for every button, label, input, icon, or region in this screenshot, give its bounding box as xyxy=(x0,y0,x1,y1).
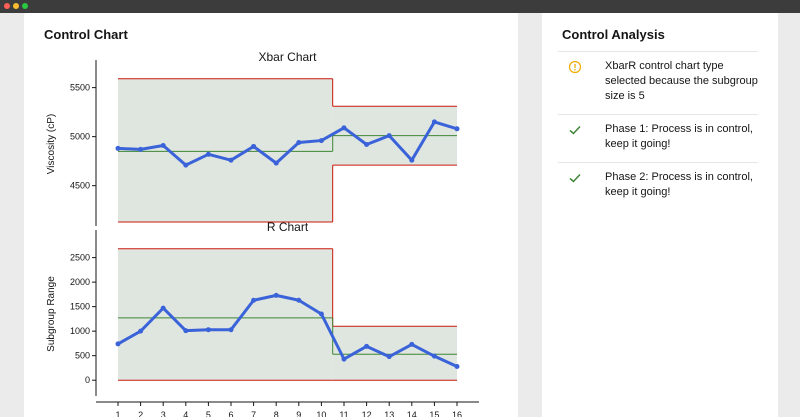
data-point xyxy=(138,328,144,334)
x-tick-label: 13 xyxy=(384,410,394,417)
chart-title: Xbar Chart xyxy=(258,50,317,64)
data-point xyxy=(431,119,437,125)
data-point xyxy=(138,146,144,152)
data-point xyxy=(318,138,324,144)
x-tick-label: 4 xyxy=(183,410,188,417)
control-band xyxy=(118,248,333,381)
x-tick-label: 15 xyxy=(429,410,439,417)
y-tick-label: 4500 xyxy=(70,181,90,191)
close-window-button[interactable] xyxy=(4,3,10,9)
data-point xyxy=(364,141,370,147)
data-point xyxy=(228,157,234,163)
check-icon xyxy=(569,125,581,135)
y-tick-label: 1500 xyxy=(70,302,90,312)
data-point xyxy=(228,327,234,333)
data-point xyxy=(296,297,302,303)
y-axis-label: Subgroup Range xyxy=(46,276,57,352)
chart-title: R Chart xyxy=(267,220,309,234)
y-tick-label: 2500 xyxy=(70,253,90,263)
xbar-chart: Xbar Chart 4500 5000 5500 Viscosity (cP) xyxy=(46,50,460,226)
x-tick-label: 6 xyxy=(228,410,233,417)
data-point xyxy=(205,151,211,157)
data-point xyxy=(454,363,460,369)
y-axis-label: Viscosity (cP) xyxy=(46,114,57,174)
x-tick-label: 1 xyxy=(115,410,120,417)
control-analysis-panel: Control Analysis XbarR control chart typ… xyxy=(542,13,778,417)
check-icon xyxy=(569,173,581,183)
y-tick-label: 500 xyxy=(75,351,90,361)
y-tick-label: 5000 xyxy=(70,132,90,142)
y-tick-label: 0 xyxy=(85,375,90,385)
x-tick-label: 9 xyxy=(296,410,301,417)
data-point xyxy=(386,354,392,360)
analysis-item: Phase 1: Process is in control, keep it … xyxy=(558,114,758,162)
control-analysis-title: Control Analysis xyxy=(562,27,665,42)
analysis-item-text: Phase 1: Process is in control, keep it … xyxy=(605,123,753,150)
y-tick-label: 5500 xyxy=(70,83,90,93)
maximize-window-button[interactable] xyxy=(22,3,28,9)
data-point xyxy=(251,297,257,303)
x-tick-label: 12 xyxy=(362,410,372,417)
data-point xyxy=(160,305,166,311)
x-tick-label: 16 xyxy=(452,410,462,417)
data-point xyxy=(409,341,415,347)
window-titlebar xyxy=(0,0,800,13)
r-chart: R Chart 0 500 1000 1500 2000 2500 Subgroup Rang… xyxy=(46,220,479,417)
data-point xyxy=(183,162,189,168)
analysis-item: Phase 2: Process is in control, keep it … xyxy=(558,162,758,210)
analysis-item-text: Phase 2: Process is in control, keep it … xyxy=(605,171,753,198)
data-point xyxy=(115,145,121,151)
data-point xyxy=(273,292,279,298)
data-point xyxy=(341,356,347,362)
data-point xyxy=(364,343,370,349)
data-point xyxy=(318,311,324,317)
analysis-item: XbarR control chart type selected becaus… xyxy=(558,51,758,114)
data-point xyxy=(273,160,279,166)
x-tick-label: 3 xyxy=(161,410,166,417)
data-point xyxy=(296,140,302,146)
data-point xyxy=(454,126,460,132)
x-tick-label: 11 xyxy=(339,410,348,417)
y-tick-label: 1000 xyxy=(70,326,90,336)
info-circle-icon xyxy=(568,60,582,74)
x-tick-label: 8 xyxy=(274,410,279,417)
data-point xyxy=(205,327,211,333)
control-chart-panel: Control Chart Xbar Chart 4500 5000 5500 Visc… xyxy=(24,13,518,417)
data-point xyxy=(183,328,189,334)
control-charts: Xbar Chart450050005500Viscosity (cP)R Ch… xyxy=(46,50,479,417)
y-tick-label: 2000 xyxy=(70,277,90,287)
analysis-item-text: XbarR control chart type selected becaus… xyxy=(605,60,758,102)
analysis-list: XbarR control chart type selected becaus… xyxy=(558,51,758,210)
data-point xyxy=(386,133,392,139)
x-tick-label: 2 xyxy=(138,410,143,417)
data-point xyxy=(409,157,415,163)
x-tick-label: 10 xyxy=(316,410,326,417)
x-tick-label: 7 xyxy=(251,410,256,417)
x-tick-label: 5 xyxy=(206,410,211,417)
control-band xyxy=(118,78,333,222)
minimize-window-button[interactable] xyxy=(13,3,19,9)
data-point xyxy=(431,353,437,359)
data-point xyxy=(115,341,121,347)
data-point xyxy=(160,142,166,148)
x-tick-label: 14 xyxy=(407,410,417,417)
data-point xyxy=(341,125,347,131)
data-point xyxy=(251,143,257,149)
